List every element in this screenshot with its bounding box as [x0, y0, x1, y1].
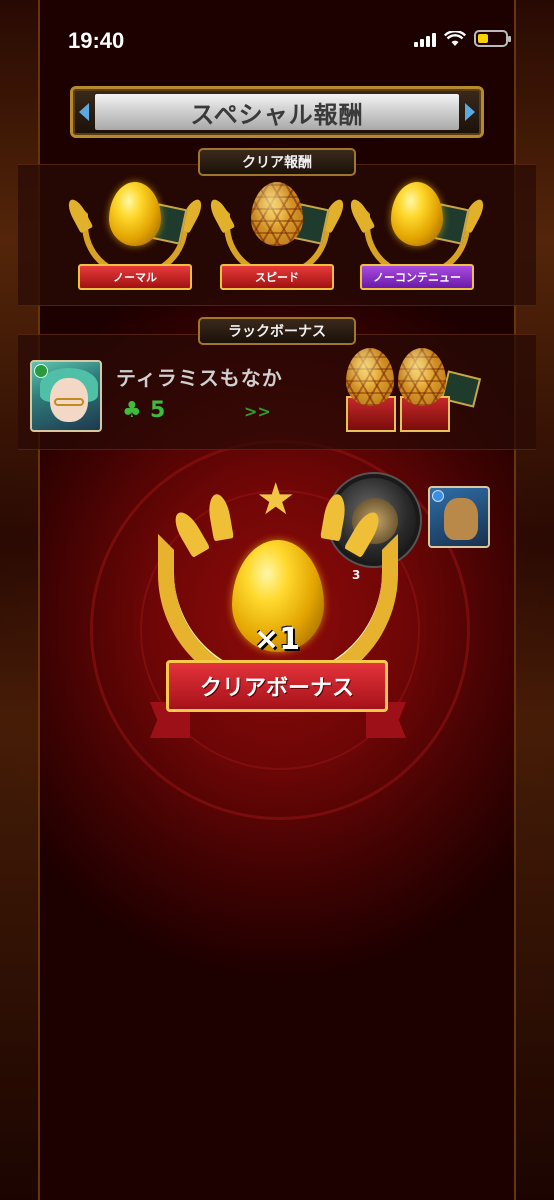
battery-icon	[474, 30, 511, 47]
reward-medal-normal[interactable]: ノーマル	[70, 178, 200, 304]
reward-ribbon: ノーマル	[78, 264, 192, 290]
battery-level	[478, 34, 489, 43]
clear-rewards-label: クリア報酬	[198, 148, 356, 176]
reward-label: ノーマル	[113, 271, 157, 284]
luck-bonus-label-text: ラックボーナス	[228, 324, 326, 340]
wifi-icon	[444, 30, 466, 46]
reward-medal-speed[interactable]: スピード	[212, 178, 342, 304]
clear-bonus-ribbon: クリアボーナス	[166, 660, 388, 712]
arrow-icon: >>	[244, 402, 271, 421]
luck-bonus-label: ラックボーナス	[198, 317, 356, 345]
water-element-icon	[432, 490, 444, 502]
character-avatar[interactable]	[30, 360, 102, 432]
reward-medal-no-continue[interactable]: ノーコンテニュー	[352, 178, 482, 304]
clear-rewards-label-text: クリア報酬	[242, 155, 312, 171]
hex-egg-icon	[346, 348, 394, 406]
reward-multiplier: ×1	[254, 622, 301, 657]
monster-drop-card[interactable]	[428, 486, 490, 548]
clear-bonus-emblem[interactable]: ★ ×1 クリアボーナス	[140, 474, 416, 754]
page-title: スペシャル報酬	[190, 100, 364, 129]
status-icons	[414, 30, 511, 47]
reward-label: スピード	[255, 271, 299, 284]
reward-label: ノーコンテニュー	[373, 271, 461, 284]
cellular-signal-icon	[414, 31, 436, 47]
luck-value: 5	[150, 398, 166, 423]
clover-icon: ♣	[122, 398, 142, 423]
clear-bonus-label: クリアボーナス	[199, 676, 354, 701]
title-cap-left	[79, 103, 89, 121]
character-name: ティラミスもなか	[116, 366, 283, 390]
status-time: 19:40	[68, 28, 125, 53]
star-icon: ★	[256, 474, 296, 525]
gold-egg-icon	[109, 182, 161, 246]
title-inner: スペシャル報酬	[95, 94, 459, 130]
hex-egg-icon	[398, 348, 446, 406]
reward-ribbon: ノーコンテニュー	[360, 264, 474, 290]
monster-figure	[444, 498, 478, 540]
status-bar: 19:40	[0, 0, 554, 80]
wood-element-icon	[34, 364, 48, 378]
reward-ribbon: スピード	[220, 264, 334, 290]
title-cap-right	[465, 103, 475, 121]
luck-bonus-rewards[interactable]	[340, 344, 482, 436]
gold-egg-icon	[391, 182, 443, 246]
avatar-glasses	[54, 398, 84, 406]
title-plate: スペシャル報酬	[70, 86, 484, 138]
hex-egg-icon	[251, 182, 303, 246]
